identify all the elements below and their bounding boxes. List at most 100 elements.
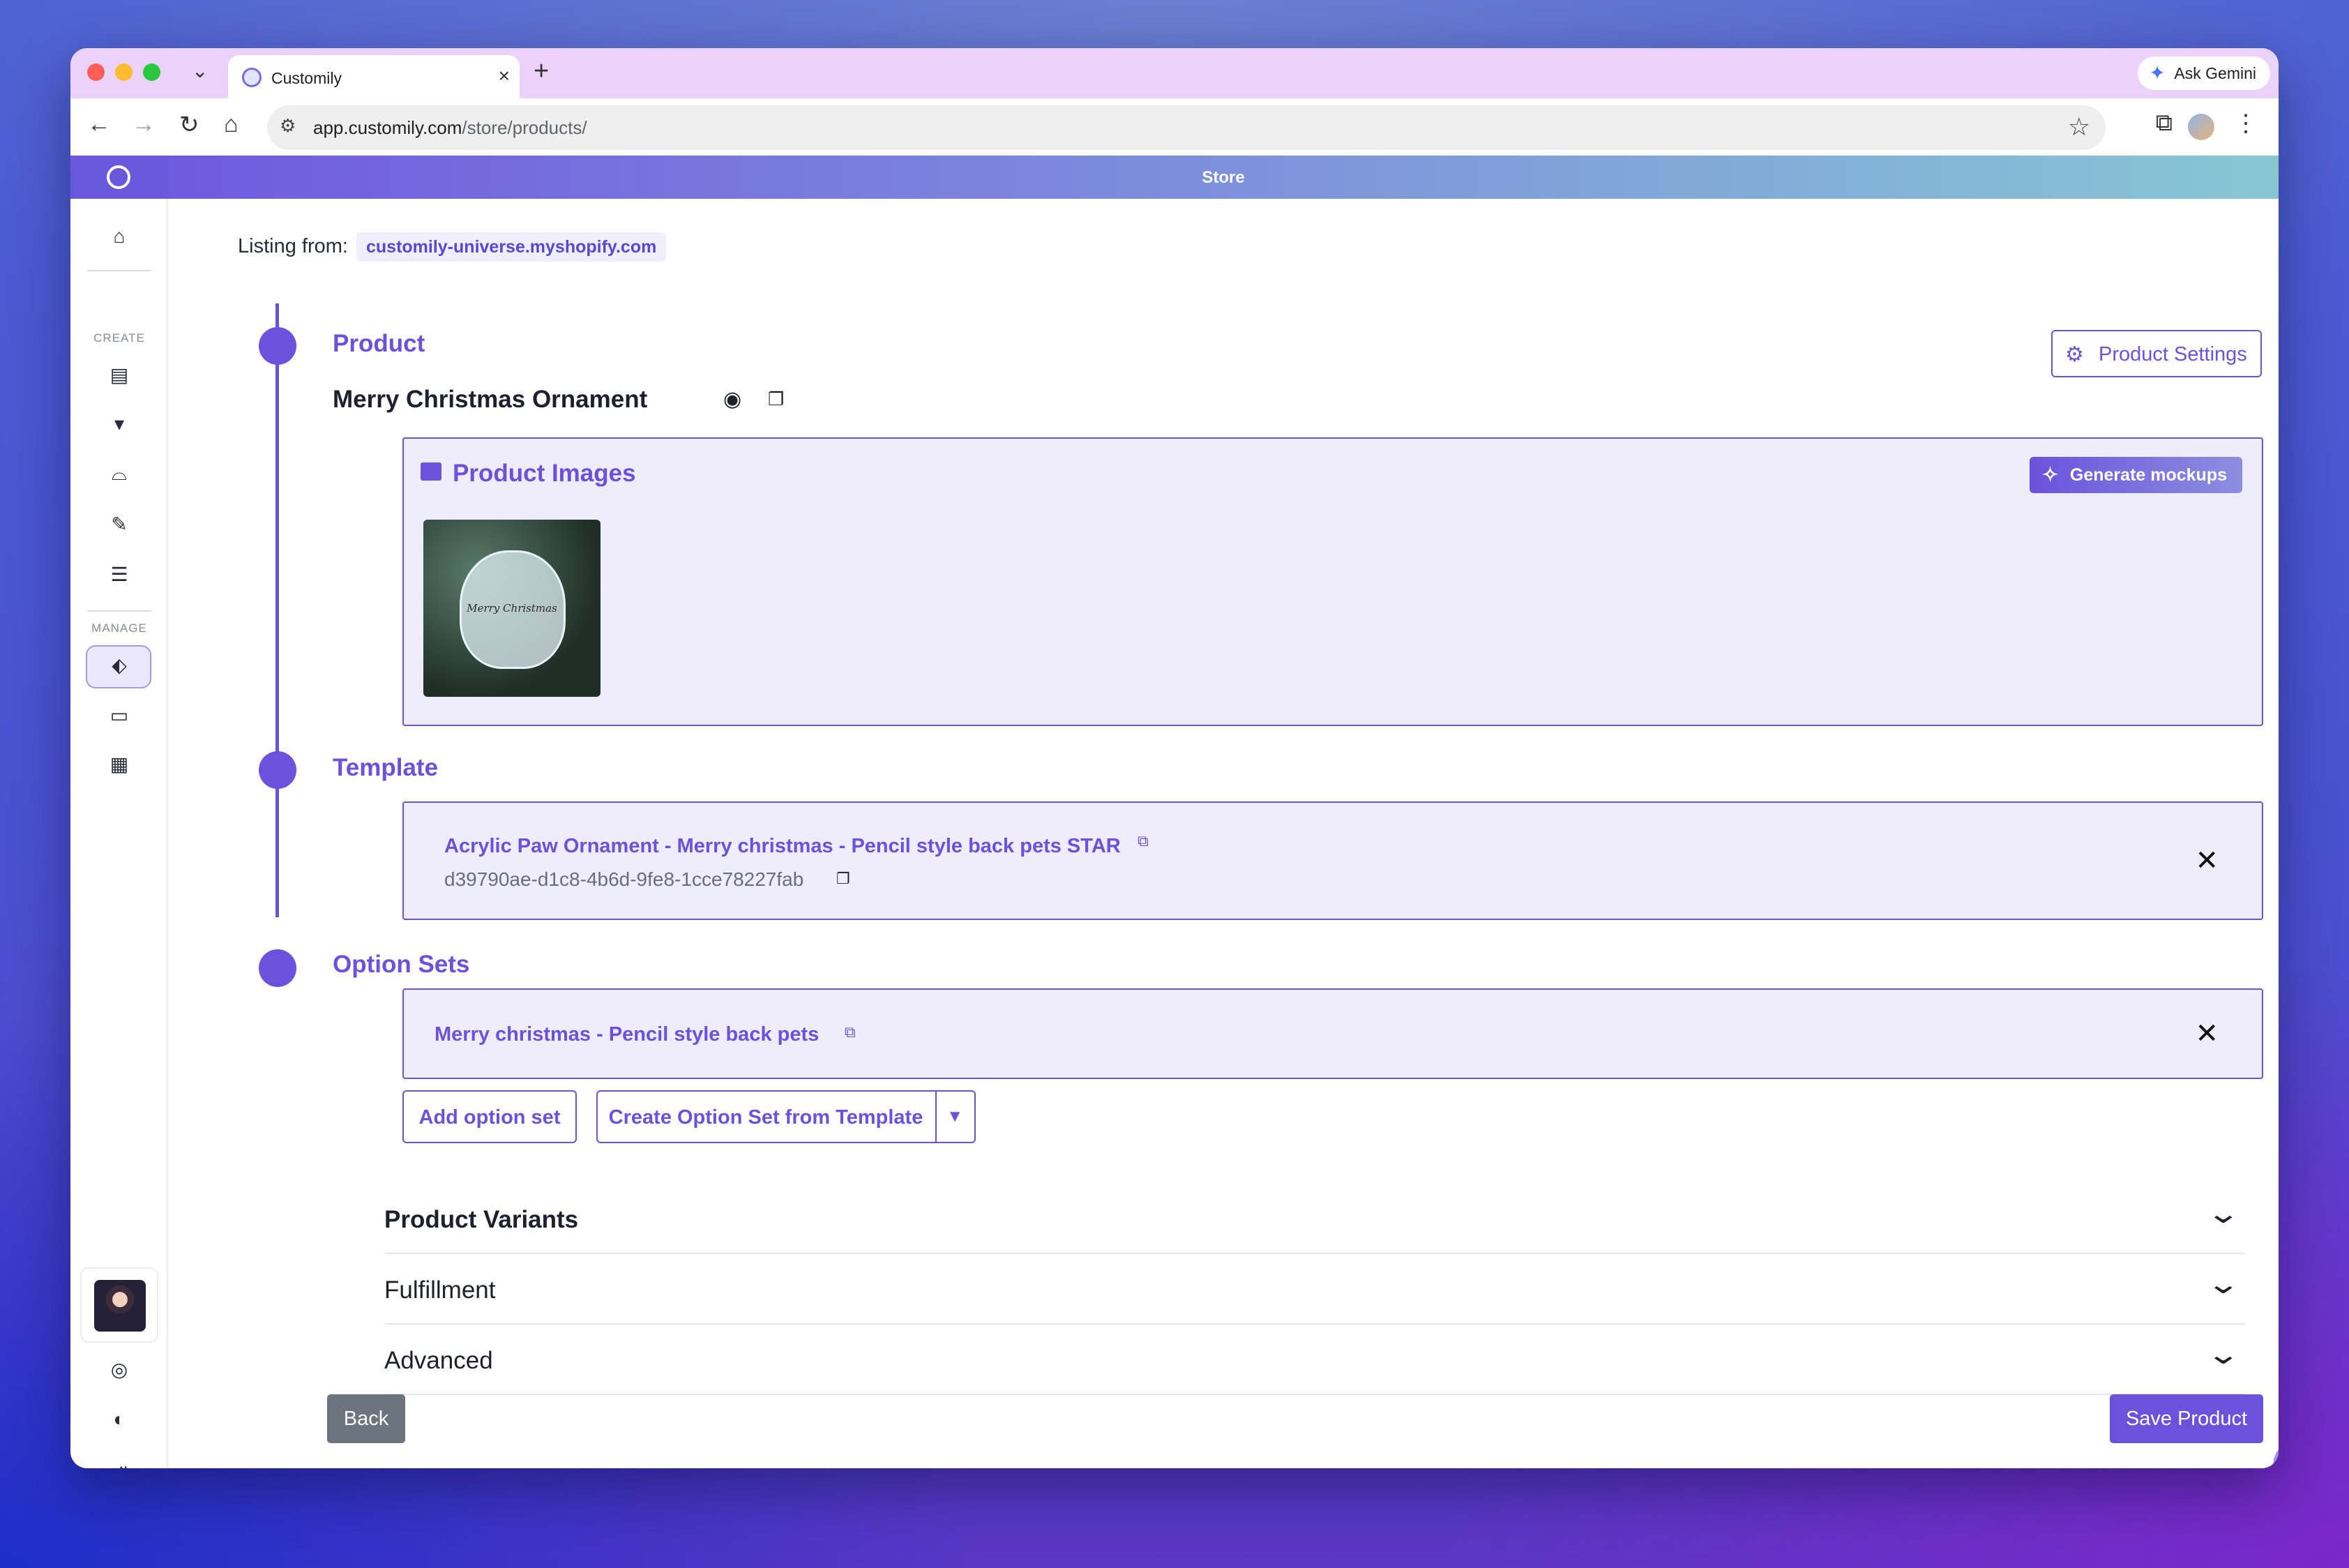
url-text: app.customily.com/store/products/ (313, 117, 587, 139)
timeline-dot-template (259, 751, 296, 789)
product-section-title: Product (333, 330, 425, 357)
timeline-dot-option-sets (259, 949, 296, 987)
close-window-button[interactable] (87, 63, 105, 81)
sidebar-item-paint-icon[interactable]: ▾ (70, 412, 168, 435)
main-content: Listing from: customily-universe.myshopi… (168, 199, 2279, 1468)
remove-template-icon[interactable]: ✕ (2195, 845, 2219, 877)
sidebar-divider (87, 610, 151, 612)
back-button[interactable]: Back (327, 1394, 405, 1443)
url-path: /store/products/ (462, 117, 587, 138)
option-sets-title: Option Sets (333, 951, 470, 978)
product-settings-label: Product Settings (2099, 343, 2247, 365)
save-product-button[interactable]: Save Product (2110, 1394, 2263, 1443)
product-images-title: Product Images (453, 460, 636, 487)
external-link-icon[interactable]: ⧉ (845, 1023, 856, 1041)
sidebar-item-design-tools-icon[interactable]: ✎ (70, 513, 168, 536)
sidebar: ⌂ CREATE ▤ ▾ ⌓ ✎ ☰ MANAGE ⬖ ▭ ▦ ◎ ◐ ⇥ (70, 199, 168, 1468)
bookmark-star-icon[interactable]: ☆ (2068, 112, 2090, 142)
forward-arrow-icon[interactable]: → (132, 111, 156, 138)
profile-avatar[interactable] (2188, 114, 2214, 140)
minimize-window-button[interactable] (115, 63, 133, 81)
support-headset-icon[interactable]: ◐ (70, 1408, 168, 1431)
gemini-sparkle-icon: ✦ (2149, 62, 2166, 84)
extensions-icon[interactable]: ⧉ (2156, 110, 2173, 137)
add-option-set-label: Add option set (418, 1106, 561, 1129)
template-id: d39790ae-d1c8-4b6d-9fe8-1cce78227fab (444, 868, 804, 890)
generate-mockups-button[interactable]: ✧ Generate mockups (2029, 457, 2242, 493)
manage-label: MANAGE (91, 621, 147, 635)
browser-window: ⌄ Customily × + ✦ Ask Gemini ← → ↻ ⌂ ⚙ a… (70, 48, 2279, 1468)
url-host: app.customily.com (313, 117, 462, 138)
home-icon[interactable]: ⌂ (70, 225, 168, 248)
thumbnail-caption: Merry Christmas (467, 602, 557, 615)
generate-mockups-label: Generate mockups (2069, 465, 2227, 485)
ask-gemini-label: Ask Gemini (2174, 64, 2256, 82)
logout-icon[interactable]: ⇥ (70, 1458, 168, 1468)
gear-icon: ⚙ (2065, 343, 2084, 366)
caret-down-icon[interactable]: ▼ (946, 1107, 963, 1126)
chat-widget-button[interactable] (2273, 1438, 2279, 1468)
product-image-thumbnail[interactable]: Merry Christmas (423, 520, 601, 697)
template-panel: Acrylic Paw Ornament - Merry christmas -… (402, 801, 2263, 920)
timeline-line (275, 303, 279, 917)
remove-option-set-icon[interactable]: ✕ (2195, 1018, 2219, 1050)
sidebar-item-option-list-icon[interactable]: ☰ (70, 563, 168, 586)
app-header: Store (70, 156, 2279, 199)
tab-title: Customily (271, 69, 342, 87)
accordion-fulfillment[interactable]: Fulfillment ⌄ (384, 1254, 2245, 1325)
home-icon[interactable]: ⌂ (224, 111, 239, 138)
eye-icon[interactable]: ◉ (723, 387, 741, 412)
tab-close-icon[interactable]: × (499, 65, 510, 87)
address-bar[interactable]: ⚙ app.customily.com/store/products/ ☆ (267, 105, 2106, 150)
product-images-panel: Product Images ✧ Generate mockups Merry … (402, 437, 2263, 726)
tab-strip: ⌄ Customily × + ✦ Ask Gemini (70, 48, 2279, 98)
external-link-icon[interactable]: ⧉ (1138, 832, 1149, 850)
create-option-set-label: Create Option Set from Template (608, 1106, 923, 1129)
listing-label: Listing from: (238, 235, 348, 257)
reload-icon[interactable]: ↻ (179, 111, 199, 139)
browser-menu-icon[interactable]: ⋮ (2234, 110, 2258, 137)
option-set-name-link[interactable]: Merry christmas - Pencil style back pets (435, 1023, 819, 1046)
logo-cell[interactable] (70, 156, 168, 199)
account-icon[interactable]: ◎ (70, 1358, 168, 1381)
customily-logo-icon (107, 165, 130, 189)
back-arrow-icon[interactable]: ← (87, 111, 111, 138)
option-set-panel: Merry christmas - Pencil style back pets… (402, 988, 2263, 1079)
template-name-link[interactable]: Acrylic Paw Ornament - Merry christmas -… (444, 835, 1121, 858)
timeline-dot-product (259, 327, 296, 365)
accordion-label: Advanced (384, 1347, 493, 1374)
accordion-product-variants[interactable]: Product Variants ⌄ (384, 1184, 2245, 1254)
ask-gemini-button[interactable]: ✦ Ask Gemini (2138, 56, 2270, 90)
create-option-set-button[interactable]: Create Option Set from Template ▼ (596, 1090, 976, 1143)
browser-toolbar: ← → ↻ ⌂ ⚙ app.customily.com/store/produc… (70, 98, 2279, 156)
site-settings-icon[interactable]: ⚙ (280, 115, 296, 137)
tag-icon[interactable]: ⬖ (70, 654, 168, 677)
browser-tab[interactable]: Customily × (228, 55, 520, 98)
copy-icon[interactable]: ❐ (836, 870, 850, 888)
sidebar-item-shop-icon[interactable]: ▦ (70, 753, 168, 776)
tab-search-icon[interactable]: ⌄ (192, 59, 208, 82)
sidebar-item-templates-icon[interactable]: ▤ (70, 363, 168, 386)
product-name: Merry Christmas Ornament (333, 386, 648, 413)
sidebar-item-products-icon[interactable]: ⌓ (70, 462, 168, 485)
split-divider (935, 1092, 937, 1142)
accordion-label: Product Variants (384, 1206, 579, 1233)
chevron-down-icon[interactable]: ⌄ (2206, 1198, 2241, 1230)
avatar (94, 1280, 146, 1332)
chevron-down-icon[interactable]: ⌄ (2206, 1339, 2241, 1371)
user-avatar-box[interactable] (80, 1267, 158, 1343)
template-section-title: Template (333, 754, 439, 781)
image-icon (421, 462, 441, 481)
sidebar-divider (87, 270, 151, 271)
product-settings-button[interactable]: ⚙ Product Settings (2051, 330, 2262, 377)
chevron-down-icon[interactable]: ⌄ (2206, 1268, 2241, 1300)
add-option-set-button[interactable]: Add option set (402, 1090, 577, 1143)
create-label: CREATE (93, 331, 145, 345)
sidebar-item-orders-icon[interactable]: ▭ (70, 704, 168, 727)
new-tab-button[interactable]: + (534, 56, 549, 86)
copy-icon[interactable]: ❐ (768, 389, 784, 410)
header-title: Store (1202, 168, 1245, 187)
listing-store-badge: customily-universe.myshopify.com (356, 232, 667, 262)
accordion-advanced[interactable]: Advanced ⌄ (384, 1325, 2245, 1395)
maximize-window-button[interactable] (143, 63, 160, 81)
